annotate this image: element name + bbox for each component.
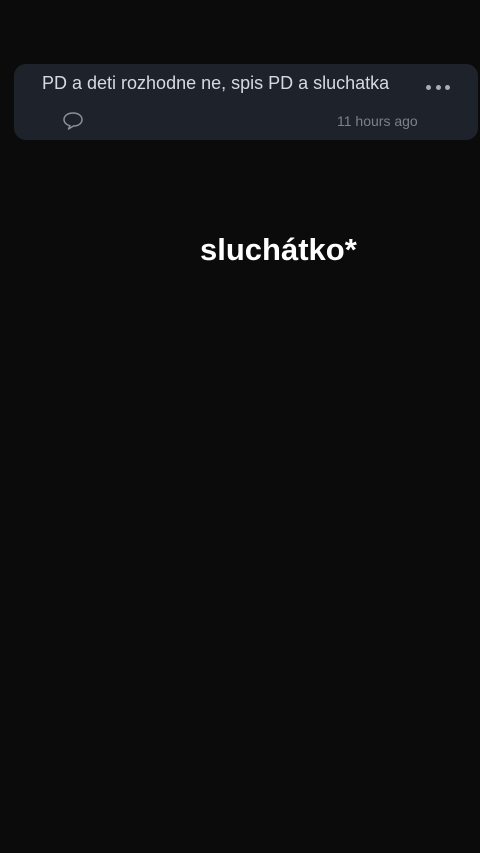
more-dot (426, 84, 431, 90)
comment-card[interactable]: PD a deti rozhodne ne, spis PD a sluchat… (14, 64, 478, 140)
comment-timestamp: 11 hours ago (337, 113, 418, 129)
speech-bubble-icon[interactable] (62, 111, 84, 131)
more-options-button[interactable] (426, 82, 450, 92)
comment-text: PD a deti rozhodne ne, spis PD a sluchat… (42, 73, 390, 93)
overlay-caption: sluchátko* (200, 232, 357, 267)
more-dot (445, 84, 450, 90)
more-dot (435, 84, 441, 90)
